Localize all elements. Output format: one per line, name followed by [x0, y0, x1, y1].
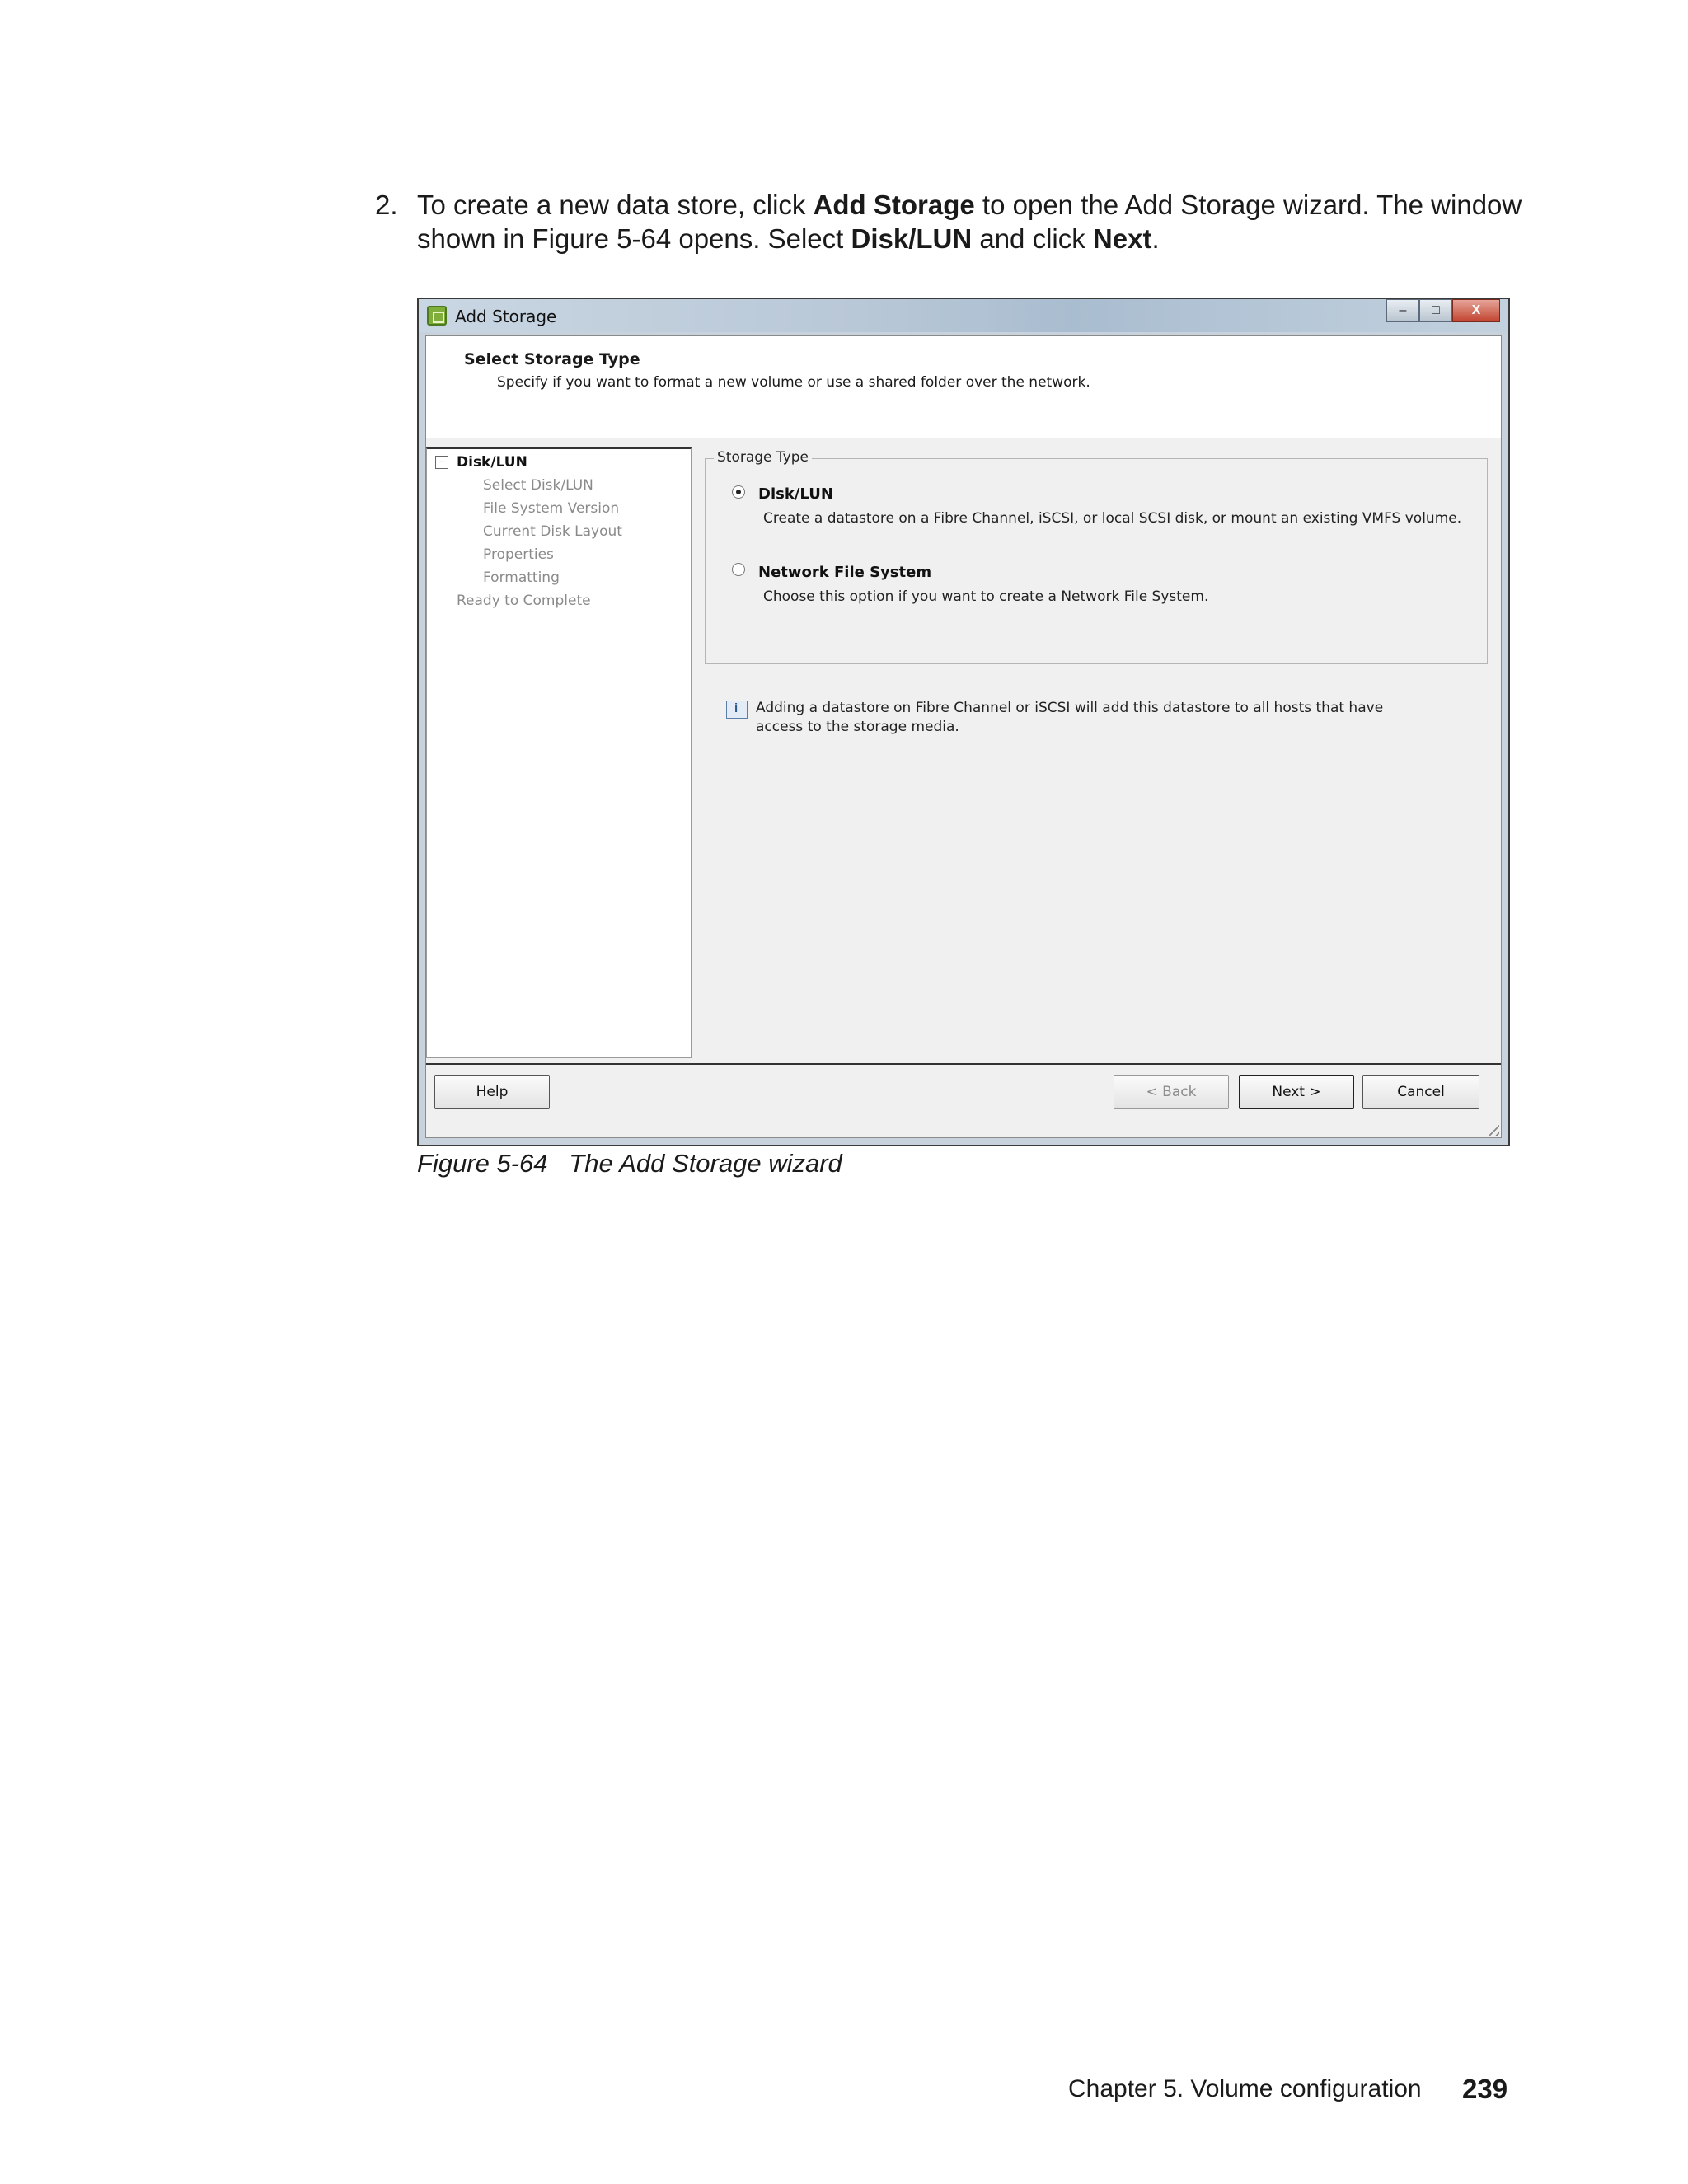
add-storage-window: Add Storage – □ X Select Storage Type Sp… [417, 298, 1510, 1146]
wizard-step-title: Select Storage Type [464, 350, 640, 368]
maximize-button[interactable]: □ [1419, 299, 1452, 322]
wizard-content: Storage Type Disk/LUN Create a datastore… [700, 447, 1501, 1058]
nfs-radio[interactable] [732, 563, 745, 576]
collapse-icon[interactable]: − [435, 456, 448, 469]
nfs-label[interactable]: Network File System [758, 564, 931, 581]
nav-item-file-system-version: File System Version [483, 500, 620, 517]
page-number: 239 [1462, 2074, 1508, 2104]
vsphere-app-icon [427, 306, 447, 326]
title-bar[interactable]: Add Storage – □ X [419, 299, 1508, 332]
footer-divider [426, 1063, 1501, 1065]
chapter-footer: Chapter 5. Volume configuration [1068, 2075, 1422, 2102]
nav-item-select-disk: Select Disk/LUN [483, 477, 593, 494]
step-text: To create a new data store, click Add St… [417, 190, 1522, 254]
help-button[interactable]: Help [434, 1075, 550, 1109]
figure-caption: Figure 5-64 The Add Storage wizard [417, 1149, 842, 1178]
disk-lun-label[interactable]: Disk/LUN [758, 485, 833, 503]
next-button[interactable]: Next > [1239, 1075, 1354, 1109]
disk-lun-description: Create a datastore on a Fibre Channel, i… [763, 510, 1462, 527]
nav-item-ready-to-complete: Ready to Complete [457, 593, 591, 609]
nav-item-properties: Properties [483, 546, 554, 563]
nfs-description: Choose this option if you want to create… [763, 588, 1209, 605]
back-button[interactable]: < Back [1114, 1075, 1229, 1109]
storage-type-legend: Storage Type [714, 449, 812, 466]
close-button[interactable]: X [1452, 299, 1500, 322]
nav-item-formatting: Formatting [483, 569, 560, 586]
window-controls: – □ X [1386, 299, 1500, 324]
disk-lun-radio[interactable] [732, 485, 745, 499]
resize-grip-icon[interactable] [1484, 1121, 1499, 1136]
wizard-header: Select Storage Type Specify if you want … [426, 336, 1501, 438]
info-message: Adding a datastore on Fibre Channel or i… [756, 700, 1384, 735]
step-number: 2. [375, 190, 398, 220]
wizard-step-subtitle: Specify if you want to format a new volu… [497, 374, 1090, 391]
minimize-button[interactable]: – [1386, 299, 1419, 322]
info-icon [726, 701, 748, 719]
cancel-button[interactable]: Cancel [1362, 1075, 1479, 1109]
wizard-client-area: Select Storage Type Specify if you want … [425, 335, 1502, 1138]
storage-type-group: Storage Type Disk/LUN Create a datastore… [705, 449, 1488, 664]
wizard-step-tree: − Disk/LUN Select Disk/LUN File System V… [426, 447, 692, 1058]
window-title: Add Storage [455, 307, 557, 326]
nav-item-current-disk-layout: Current Disk Layout [483, 523, 622, 540]
nav-item-disk-lun[interactable]: Disk/LUN [457, 454, 528, 471]
